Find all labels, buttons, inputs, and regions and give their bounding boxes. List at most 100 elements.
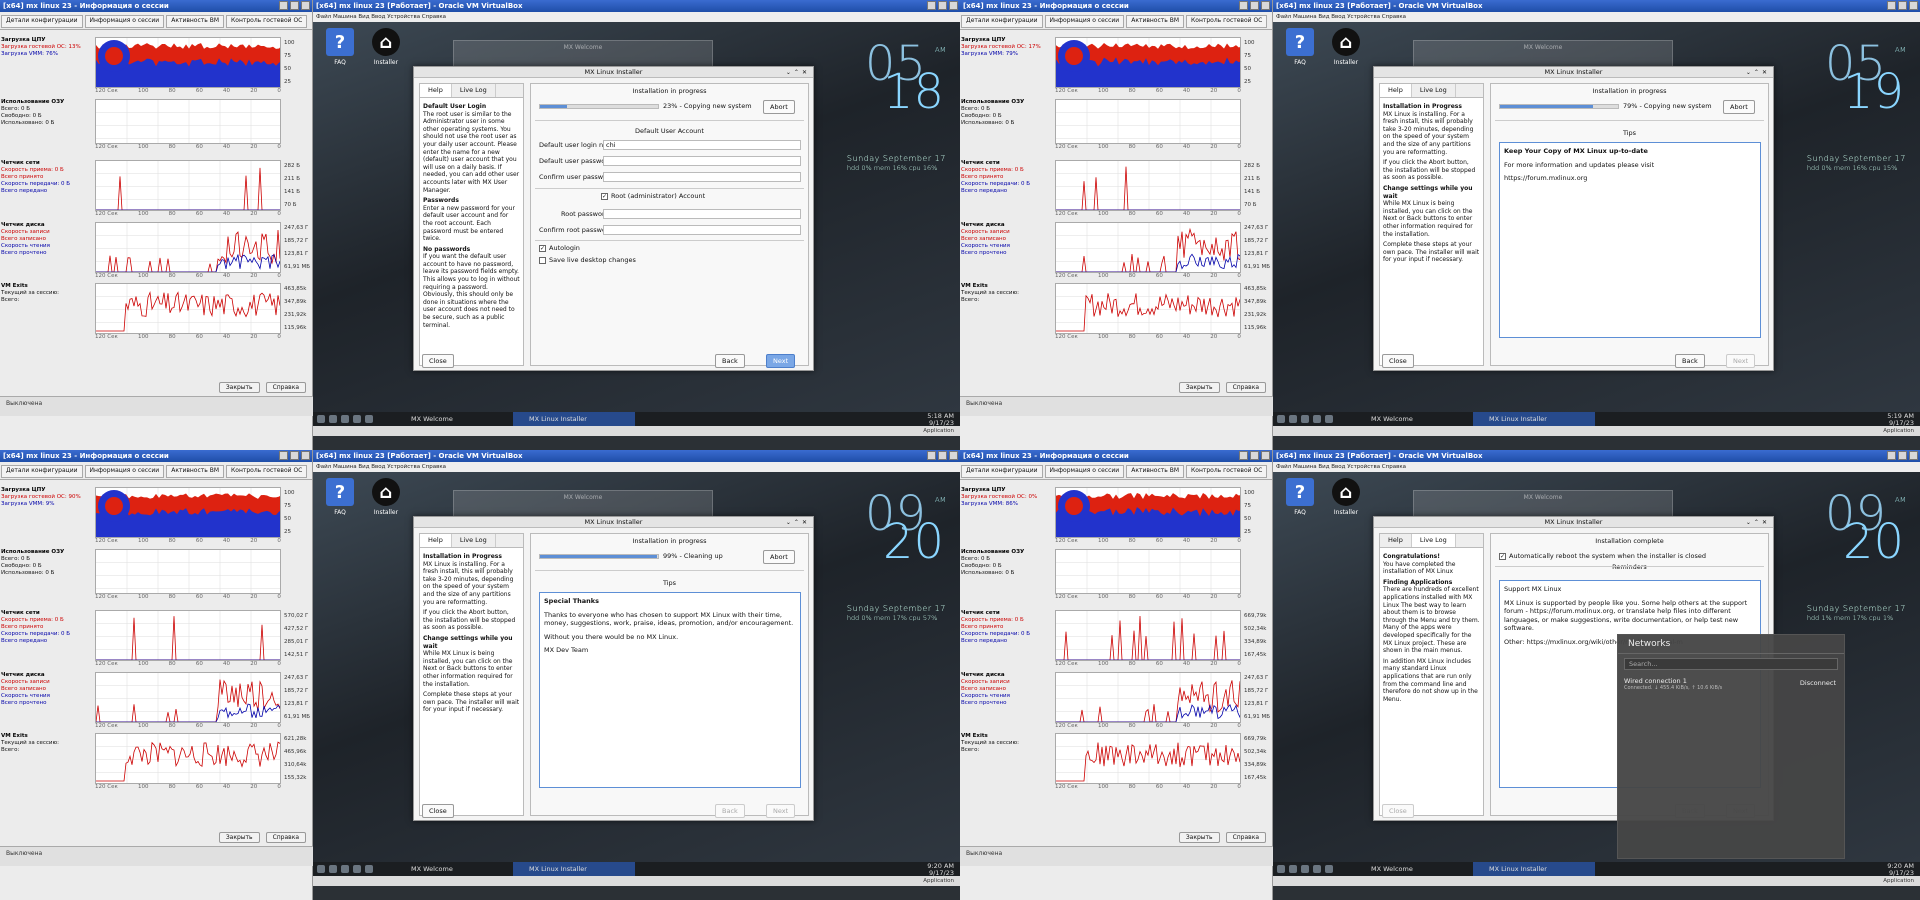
next-button[interactable]: Next [766,354,796,368]
window-controls-icon[interactable]: ⌄⌃✕ [1746,517,1770,528]
session-tab[interactable]: Контроль гостевой ОС [226,15,308,28]
taskbar-mx-welcome[interactable]: MX Welcome [395,862,505,876]
maximize-icon[interactable] [938,451,947,460]
close-icon[interactable] [949,1,958,10]
tab-live-log[interactable]: Live Log [452,534,496,547]
close-button[interactable]: Close [1382,354,1414,368]
terminal-icon[interactable] [341,415,349,423]
back-button[interactable]: Back [1675,354,1705,368]
session-tab[interactable]: Информация о сессии [1044,15,1125,28]
disconnect-button[interactable]: Disconnect [1800,679,1836,687]
session-tab[interactable]: Активность ВМ [1126,465,1185,478]
next-button[interactable]: Next [766,804,796,818]
taskbar-installer[interactable]: MX Linux Installer [1473,862,1595,876]
help-button[interactable]: Справка [1225,832,1266,843]
session-tab[interactable]: Детали конфигурации [1,15,83,28]
taskbar-installer[interactable]: MX Linux Installer [1473,412,1595,426]
root-confirm-input[interactable] [603,225,801,235]
session-tab[interactable]: Контроль гостевой ОС [1186,15,1268,28]
root-password-input[interactable] [603,209,801,219]
session-tab[interactable]: Детали конфигурации [1,465,83,478]
close-icon[interactable] [1261,1,1270,10]
user-password-input[interactable] [603,156,801,166]
minimize-icon[interactable] [1239,451,1248,460]
root-checkbox[interactable]: ✓ Root (administrator) Account [601,192,705,200]
session-tab[interactable]: Активность ВМ [1126,15,1185,28]
minimize-icon[interactable] [279,451,288,460]
terminal-icon[interactable] [1301,865,1309,873]
close-icon[interactable] [1909,1,1918,10]
close-button[interactable]: Close [422,804,454,818]
session-tab[interactable]: Активность ВМ [166,15,225,28]
minimize-icon[interactable] [1239,1,1248,10]
session-tab[interactable]: Контроль гостевой ОС [226,465,308,478]
window-controls-icon[interactable]: ⌄⌃✕ [786,67,810,78]
mail-icon[interactable] [1325,415,1333,423]
menu-icon[interactable] [1277,865,1285,873]
maximize-icon[interactable] [290,451,299,460]
maximize-icon[interactable] [1250,1,1259,10]
close-button[interactable]: Закрыть [1178,382,1220,393]
abort-button[interactable]: Abort [763,100,795,114]
browser-icon[interactable] [353,865,361,873]
back-button[interactable]: Back [715,354,745,368]
files-icon[interactable] [329,865,337,873]
terminal-icon[interactable] [1301,415,1309,423]
tab-live-log[interactable]: Live Log [1411,534,1456,547]
abort-button[interactable]: Abort [1723,100,1755,114]
faq-desktop-icon[interactable]: ? FAQ [315,28,365,66]
close-button[interactable]: Close [422,354,454,368]
taskbar-installer[interactable]: MX Linux Installer [513,412,635,426]
session-tab[interactable]: Информация о сессии [1044,465,1125,478]
close-button[interactable]: Закрыть [1178,832,1220,843]
back-button[interactable]: Back [715,804,745,818]
maximize-icon[interactable] [1898,451,1907,460]
taskbar-mx-welcome[interactable]: MX Welcome [1355,412,1465,426]
abort-button[interactable]: Abort [763,550,795,564]
close-button[interactable]: Закрыть [218,832,260,843]
files-icon[interactable] [1289,415,1297,423]
vm-menubar[interactable]: Файл Машина Вид Ввод Устройства Справка [313,12,960,22]
close-button[interactable]: Close [1382,804,1414,818]
close-icon[interactable] [949,451,958,460]
session-tab[interactable]: Информация о сессии [84,15,165,28]
maximize-icon[interactable] [1250,451,1259,460]
close-icon[interactable] [301,451,310,460]
minimize-icon[interactable] [1887,451,1896,460]
network-search-input[interactable]: Search... [1624,658,1838,670]
menu-icon[interactable] [317,415,325,423]
tab-live-log[interactable]: Live Log [1412,84,1456,97]
menu-icon[interactable] [1277,415,1285,423]
installer-desktop-icon[interactable]: ⌂ Installer [361,478,411,516]
maximize-icon[interactable] [1898,1,1907,10]
session-tab[interactable]: Детали конфигурации [961,465,1043,478]
faq-desktop-icon[interactable]: ? FAQ [1275,28,1325,66]
help-button[interactable]: Справка [1225,382,1266,393]
files-icon[interactable] [1289,865,1297,873]
close-button[interactable]: Закрыть [218,382,260,393]
installer-desktop-icon[interactable]: ⌂ Installer [1321,478,1371,516]
next-button[interactable]: Next [1726,354,1756,368]
mail-icon[interactable] [365,415,373,423]
help-button[interactable]: Справка [265,382,306,393]
maximize-icon[interactable] [290,1,299,10]
login-input[interactable]: chi [603,140,801,150]
minimize-icon[interactable] [1887,1,1896,10]
faq-desktop-icon[interactable]: ? FAQ [315,478,365,516]
vm-menubar[interactable]: Файл Машина Вид Ввод Устройства Справка [313,462,960,472]
installer-desktop-icon[interactable]: ⌂ Installer [1321,28,1371,66]
browser-icon[interactable] [1313,865,1321,873]
mail-icon[interactable] [1325,865,1333,873]
close-icon[interactable] [1261,451,1270,460]
maximize-icon[interactable] [938,1,947,10]
terminal-icon[interactable] [341,865,349,873]
close-icon[interactable] [301,1,310,10]
taskbar-mx-welcome[interactable]: MX Welcome [1355,862,1465,876]
files-icon[interactable] [329,415,337,423]
tab-help[interactable]: Help [1380,84,1412,97]
minimize-icon[interactable] [927,451,936,460]
menu-icon[interactable] [317,865,325,873]
session-tab[interactable]: Информация о сессии [84,465,165,478]
save-desktop-checkbox[interactable]: Save live desktop changes [539,256,636,264]
browser-icon[interactable] [353,415,361,423]
